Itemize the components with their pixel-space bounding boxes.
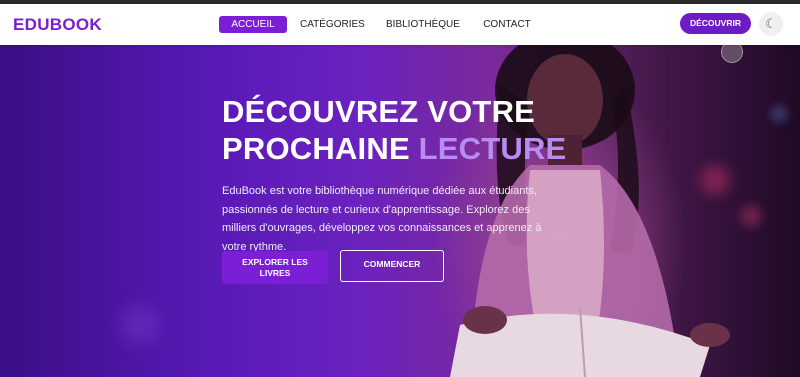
top-navbar: EDUBOOK ACCUEIL CATÉGORIES BIBLIOTHÈQUE … <box>0 4 800 45</box>
hero-title-line1: DÉCOUVREZ VOTRE <box>222 94 536 129</box>
hero-title-accent: LECTURE <box>418 131 567 166</box>
start-button[interactable]: COMMENCER <box>340 250 444 282</box>
hero-description: EduBook est votre bibliothèque numérique… <box>222 185 542 253</box>
nav-item-bibliotheque[interactable]: BIBLIOTHÈQUE <box>386 16 460 33</box>
theme-toggle-button[interactable]: ☾ <box>759 12 783 36</box>
hero-section: DÉCOUVREZ VOTRE PROCHAINE LECTURE EduBoo… <box>0 45 800 377</box>
moon-icon: ☾ <box>765 16 777 31</box>
hero-title-line2: PROCHAINE <box>222 131 419 166</box>
explore-books-button[interactable]: EXPLORER LES LIVRES <box>222 251 328 284</box>
nav-item-contact[interactable]: CONTACT <box>482 16 532 33</box>
discover-button[interactable]: DÉCOUVRIR <box>680 13 751 34</box>
hero-title: DÉCOUVREZ VOTRE PROCHAINE LECTURE <box>222 93 566 167</box>
site-logo[interactable]: EDUBOOK <box>13 15 102 35</box>
bokeh-light <box>120 305 160 345</box>
nav-item-accueil[interactable]: ACCUEIL <box>219 16 287 33</box>
nav-item-categories[interactable]: CATÉGORIES <box>300 16 365 33</box>
explore-books-label: EXPLORER LES LIVRES <box>242 256 308 278</box>
